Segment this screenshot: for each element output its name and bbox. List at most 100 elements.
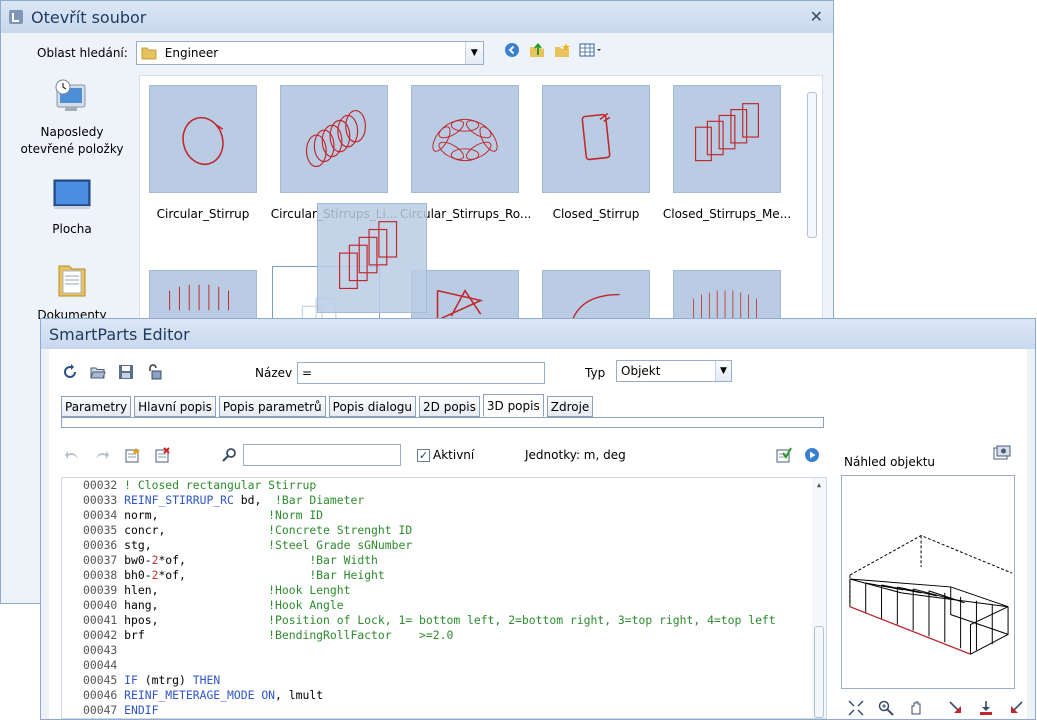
file-list-pane[interactable]: Circular_Stirrup Circular_Stirrups_Li...… [139,75,823,323]
editor-tabs: Parametry Hlavní popis Popis parametrů P… [61,394,594,417]
view-south-west-icon[interactable] [1007,699,1025,717]
type-select[interactable]: Objekt ▼ [616,360,732,382]
code-line[interactable]: 00039 hlen, !Hook Lenght [62,583,826,598]
file-thumb-circular-stirrups-li[interactable] [280,85,388,193]
pan-icon[interactable] [907,699,925,717]
lookin-value: Engineer [164,46,219,60]
code-line[interactable]: 00040 hang, !Hook Angle [62,598,826,613]
tab-popis-dialogu[interactable]: Popis dialogu [328,396,417,417]
line-number: 00038 [83,568,125,582]
tab-zdroje[interactable]: Zdroje [546,396,594,417]
file-thumb-row2-1[interactable] [149,270,257,322]
file-label[interactable]: Closed_Stirrup [531,207,661,221]
tab-3d-popis[interactable]: 3D popis [482,394,544,417]
line-number: 00036 [83,538,125,552]
code-line[interactable]: 00038 bh0-2*of, !Bar Height [62,568,826,583]
code-editor[interactable]: 00032 ! Closed rectangular Stirrup 00033 … [61,477,827,719]
back-icon[interactable] [503,41,521,59]
lookin-combo[interactable]: Engineer ▼ [135,41,484,65]
search-input[interactable] [243,444,401,466]
insert-block-icon[interactable] [123,446,141,464]
delete-block-icon[interactable] [153,446,171,464]
code-token: !Hook Lenght [268,583,351,597]
code-line[interactable]: 00036 stg, !Steel Grade sGNumber [62,538,826,553]
code-token: !Position of Lock, 1= bottom left, 2=bot… [268,613,776,627]
checkbox-box[interactable]: ✓ [417,448,430,462]
code-line[interactable]: 00041 hpos, !Position of Lock, 1= bottom… [62,613,826,628]
file-list-scrollbar[interactable] [804,78,820,322]
search-icon[interactable] [221,446,239,464]
file-thumb-row2-5[interactable] [673,270,781,322]
view-south-east-icon[interactable] [947,699,965,717]
file-thumb-closed-stirrups-me[interactable] [673,85,781,193]
active-checkbox[interactable]: ✓ Aktivní [417,448,474,462]
code-line[interactable]: 00047 ENDIF [62,703,826,718]
scrollbar-thumb[interactable] [814,626,824,718]
recent-items-icon [55,79,86,111]
line-number: 00040 [83,598,125,612]
tab-popis-parametru[interactable]: Popis parametrů [218,396,326,417]
code-line[interactable]: 00043 [62,643,826,658]
desktop-icon [53,179,91,209]
place-recent[interactable]: Naposledy otevřené položky [13,77,131,158]
refresh-icon[interactable] [61,363,79,381]
close-icon[interactable]: ✕ [810,7,823,26]
place-desktop[interactable]: Plocha [13,174,131,238]
zoom-icon[interactable] [877,699,895,717]
line-number: 00035 [83,523,125,537]
code-line[interactable]: 00046 REINF_METERAGE_MODE ON, lmult [62,688,826,703]
open-folder-icon[interactable] [89,363,107,381]
check-syntax-icon[interactable] [775,446,793,464]
code-token: norm, [124,508,269,522]
line-number: 00037 [83,553,125,567]
line-number: 00033 [83,493,125,507]
camera-icon[interactable] [993,445,1011,464]
file-thumb-closed-stirrup[interactable] [542,85,650,193]
tab-2d-popis[interactable]: 2D popis [419,396,480,417]
redo-icon[interactable] [93,446,111,464]
file-label[interactable]: Circular_Stirrup [140,207,268,221]
code-token: ON [261,688,276,702]
file-thumb-row2-3[interactable] [411,270,519,322]
code-line[interactable]: 00033 REINF_STIRRUP_RC bd, !Bar Diameter [62,493,826,508]
file-thumb-circular-stirrups-ro[interactable] [411,85,519,193]
undo-icon[interactable] [63,446,81,464]
chevron-down-icon[interactable]: ▼ [715,361,731,381]
smartparts-editor-window: SmartParts Editor Název Typ Objekt ▼ Par… [40,318,1036,720]
code-token: !Bar Diameter [275,493,365,507]
place-documents[interactable]: Dokumenty [13,260,131,324]
view-menu-icon[interactable] [578,41,604,59]
code-line[interactable]: 00044 [62,658,826,673]
code-line[interactable]: 00034 norm, !Norm ID [62,508,826,523]
tab-hlavni-popis[interactable]: Hlavní popis [134,396,216,417]
line-number: 00039 [83,583,125,597]
object-preview[interactable] [841,475,1015,689]
scroll-up-icon[interactable]: ▲ [812,481,826,489]
scrollbar-thumb[interactable] [807,92,817,238]
chevron-down-icon[interactable]: ▼ [464,42,483,64]
editor-titlebar[interactable]: SmartParts Editor [41,319,1035,349]
name-input[interactable] [297,362,545,384]
view-top-icon[interactable] [977,699,995,717]
code-line[interactable]: 00045 IF (mtrg) THEN [62,673,826,688]
run-icon[interactable] [803,446,821,464]
unlock-icon[interactable] [145,363,163,381]
code-token: ! Closed rectangular Stirrup [124,478,317,492]
file-label[interactable]: Closed_Stirrups_Me... [662,207,792,221]
code-scrollbar[interactable]: ▲ [812,478,826,718]
tab-parametry[interactable]: Parametry [61,396,132,417]
code-line[interactable]: 00042 brf !BendingRollFactor >=2.0 [62,628,826,643]
file-thumb-row2-4[interactable] [542,270,650,322]
code-token: ENDIF [124,703,159,717]
up-folder-icon[interactable] [528,41,546,59]
editor-file-toolbar [61,363,163,381]
file-thumb-circular-stirrup[interactable] [149,85,257,193]
new-folder-icon[interactable] [553,41,571,59]
line-number: 00045 [83,673,125,687]
fit-view-icon[interactable] [847,699,865,717]
open-dialog-titlebar[interactable]: Otevřít soubor [1,1,833,33]
save-icon[interactable] [117,363,135,381]
code-line[interactable]: 00035 concr, !Concrete Strenght ID [62,523,826,538]
code-line[interactable]: 00037 bw0-2*of, !Bar Width [62,553,826,568]
code-line[interactable]: 00032 ! Closed rectangular Stirrup [62,478,826,493]
